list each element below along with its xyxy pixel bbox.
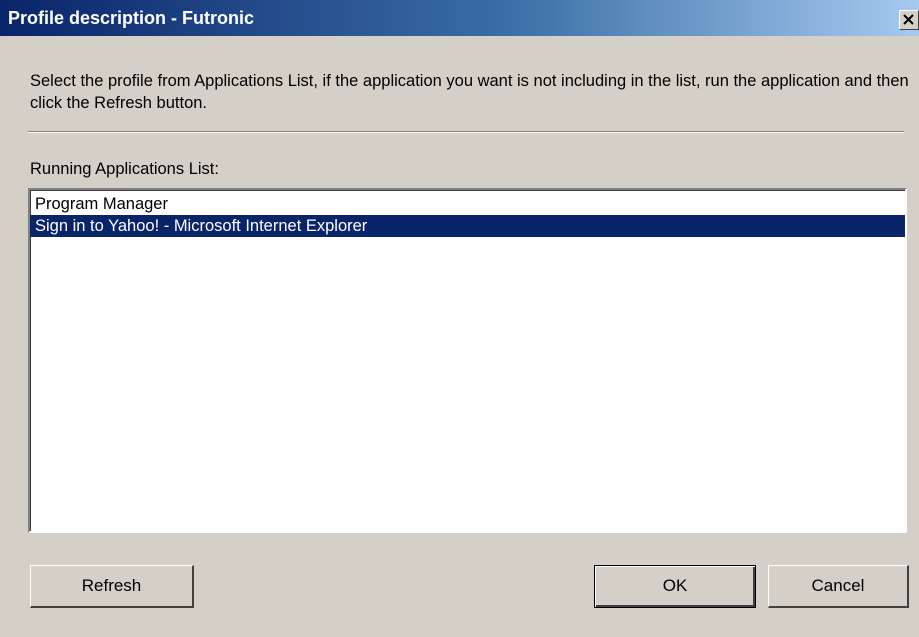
window-title: Profile description - Futronic	[8, 8, 255, 28]
list-item-program-manager[interactable]: Program Manager	[30, 193, 905, 215]
close-button[interactable]	[899, 10, 919, 30]
close-icon	[900, 11, 918, 29]
list-label: Running Applications List:	[30, 160, 219, 178]
profile-description-dialog: Profile description - Futronic Select th…	[0, 0, 919, 637]
cancel-button[interactable]: Cancel	[768, 565, 909, 608]
refresh-button[interactable]: Refresh	[30, 565, 194, 608]
ok-button[interactable]: OK	[594, 565, 756, 608]
running-applications-listbox[interactable]: Program Manager Sign in to Yahoo! - Micr…	[28, 188, 907, 533]
instructions-text: Select the profile from Applications Lis…	[30, 72, 909, 112]
list-item-sign-in-to-yahoo[interactable]: Sign in to Yahoo! - Microsoft Internet E…	[30, 215, 905, 237]
separator	[28, 131, 904, 133]
title-bar[interactable]: Profile description - Futronic	[0, 0, 919, 36]
